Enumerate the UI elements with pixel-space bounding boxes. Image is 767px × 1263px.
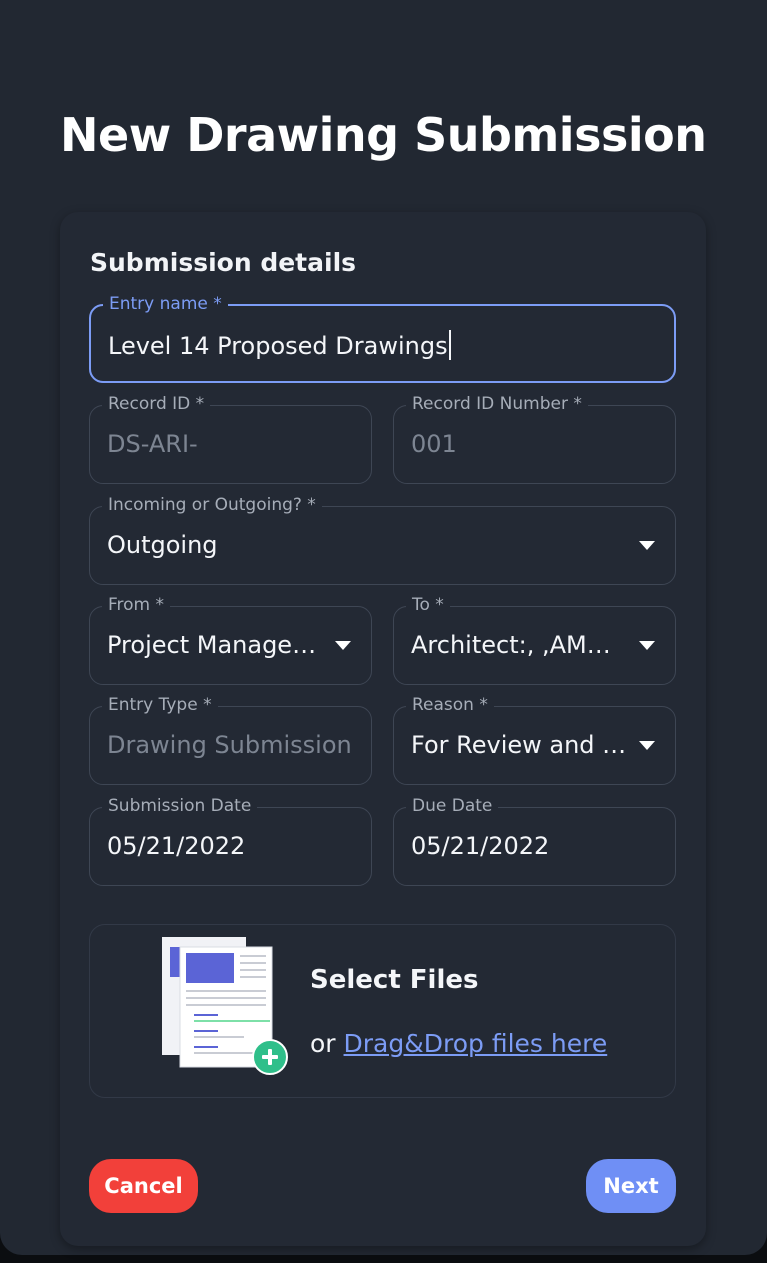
- reason-select[interactable]: Reason * For Review and C...: [393, 695, 676, 785]
- next-button[interactable]: Next: [586, 1159, 676, 1213]
- entry-name-field[interactable]: Entry name * Level 14 Proposed Drawings: [89, 294, 676, 383]
- submission-date-label: Submission Date: [102, 796, 258, 816]
- reason-value: For Review and C...: [411, 731, 627, 759]
- due-date-label: Due Date: [406, 796, 499, 816]
- from-value: Project Manager:,...: [107, 631, 323, 659]
- due-date-field[interactable]: Due Date 05/21/2022: [393, 796, 676, 886]
- chevron-down-icon[interactable]: [639, 741, 655, 750]
- drag-drop-link[interactable]: Drag&Drop files here: [344, 1029, 608, 1058]
- record-id-number-input[interactable]: 001: [411, 430, 627, 458]
- entry-name-label: Entry name *: [103, 294, 228, 314]
- record-id-input[interactable]: DS-ARI-: [107, 430, 323, 458]
- select-files-title[interactable]: Select Files: [310, 965, 479, 995]
- to-label: To *: [406, 595, 450, 615]
- to-select[interactable]: To * Architect:, ,AMAN...: [393, 595, 676, 685]
- record-id-label: Record ID *: [102, 394, 211, 414]
- entry-name-input[interactable]: Level 14 Proposed Drawings: [108, 330, 626, 360]
- chevron-down-icon[interactable]: [335, 641, 351, 650]
- record-id-field[interactable]: Record ID * DS-ARI-: [89, 394, 372, 484]
- entry-type-value: Drawing Submission: [107, 731, 352, 759]
- submission-date-field[interactable]: Submission Date 05/21/2022: [89, 796, 372, 886]
- page-title: New Drawing Submission: [60, 108, 707, 162]
- cancel-button[interactable]: Cancel: [89, 1159, 198, 1213]
- file-dropzone[interactable]: Select Files or Drag&Drop files here: [89, 924, 676, 1098]
- direction-select[interactable]: Incoming or Outgoing? * Outgoing: [89, 495, 676, 585]
- record-id-number-field[interactable]: Record ID Number * 001: [393, 394, 676, 484]
- entry-type-field[interactable]: Entry Type * Drawing Submission: [89, 695, 372, 785]
- submission-modal: New Drawing Submission Submission detail…: [0, 0, 767, 1255]
- chevron-down-icon[interactable]: [639, 641, 655, 650]
- entry-type-label: Entry Type *: [102, 695, 218, 715]
- text-caret: [448, 330, 451, 360]
- to-value: Architect:, ,AMAN...: [411, 631, 627, 659]
- drag-drop-hint: or Drag&Drop files here: [310, 1029, 608, 1058]
- record-id-number-label: Record ID Number *: [406, 394, 588, 414]
- chevron-down-icon[interactable]: [639, 541, 655, 550]
- from-label: From *: [102, 595, 171, 615]
- from-select[interactable]: From * Project Manager:,...: [89, 595, 372, 685]
- direction-value: Outgoing: [107, 531, 218, 559]
- submission-form-card: Submission details Entry name * Level 14…: [60, 212, 706, 1246]
- submission-date-input[interactable]: 05/21/2022: [107, 832, 323, 860]
- due-date-input[interactable]: 05/21/2022: [411, 832, 627, 860]
- direction-label: Incoming or Outgoing? *: [102, 495, 322, 515]
- files-add-icon: [162, 937, 288, 1075]
- reason-label: Reason *: [406, 695, 494, 715]
- section-title: Submission details: [90, 248, 357, 277]
